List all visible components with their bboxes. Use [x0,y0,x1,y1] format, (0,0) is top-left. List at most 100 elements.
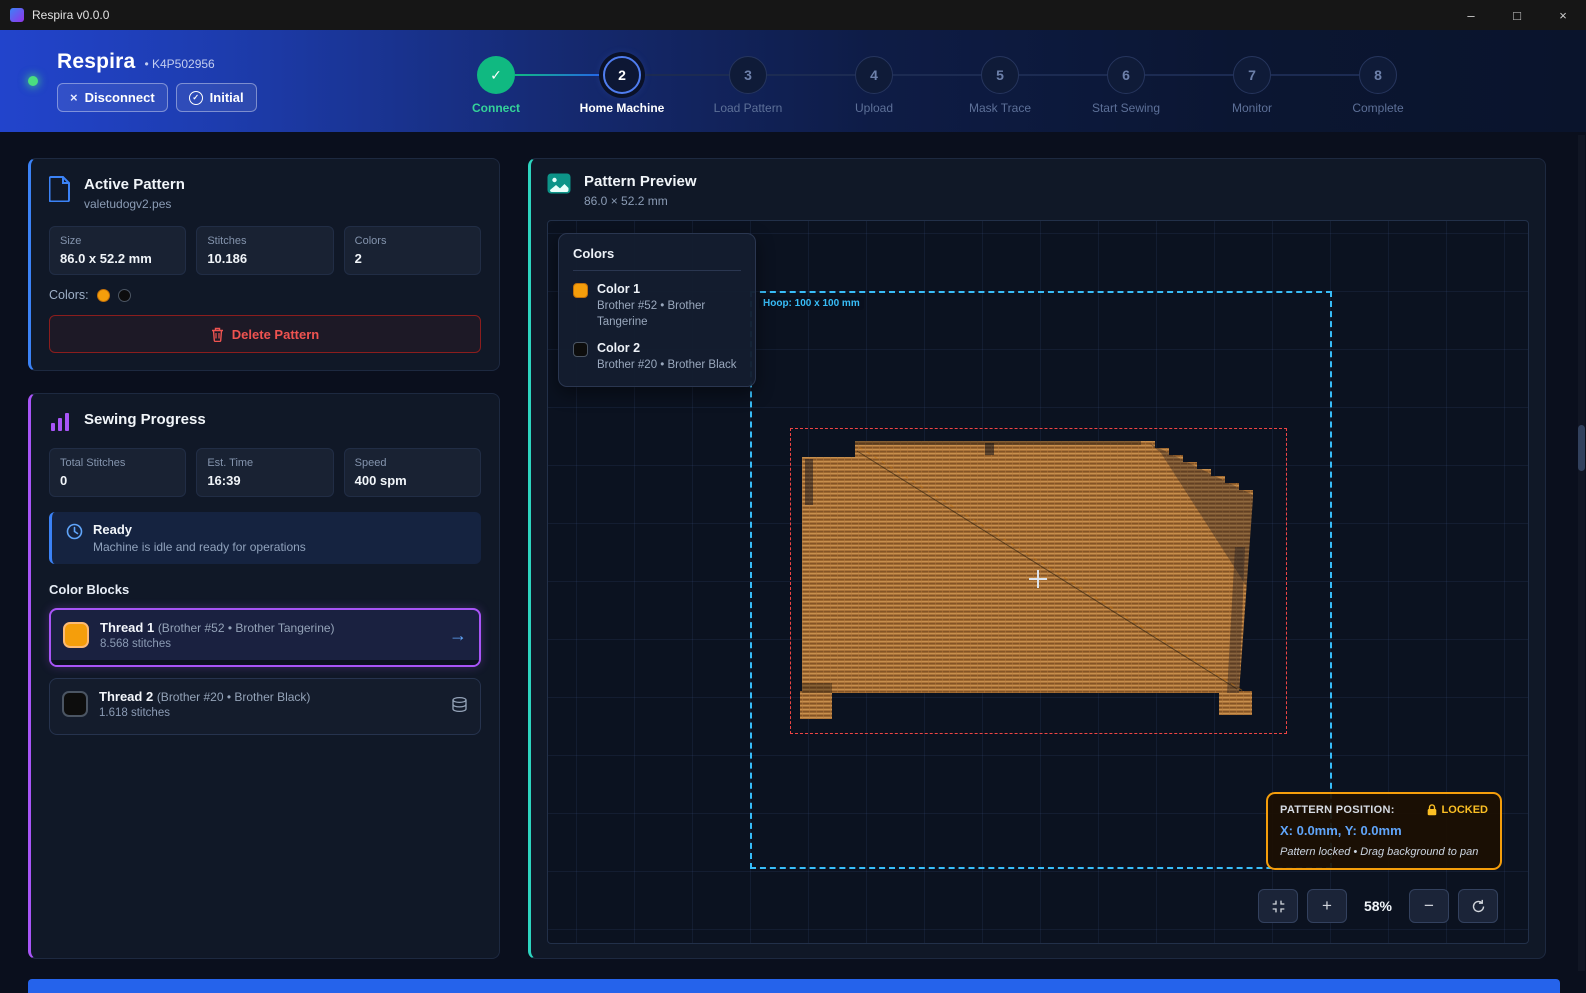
thread-2-swatch [62,691,88,717]
active-pattern-card: Active Pattern valetudogv2.pes Size 86.0… [28,158,500,371]
disconnect-button[interactable]: × Disconnect [57,83,168,112]
step-circle-active: 2 [603,56,641,94]
step-circle: 4 [855,56,893,94]
left-column: Active Pattern valetudogv2.pes Size 86.0… [28,158,500,959]
colors-panel-title: Colors [573,246,741,271]
zoom-controls: + 58% − [1258,889,1498,923]
step-label: Mask Trace [969,101,1031,115]
disconnect-label: Disconnect [85,90,155,105]
file-icon [49,176,71,202]
app-header: Respira • K4P502956 × Disconnect ✓ Initi… [0,30,1586,132]
layers-stack-icon [451,696,468,713]
step-label: Upload [855,101,893,115]
main-content: Active Pattern valetudogv2.pes Size 86.0… [0,132,1586,979]
hoop-label: Hoop: 100 x 100 mm [759,297,864,310]
stat-total-stitches: Total Stitches 0 [49,448,186,497]
step-circle: 8 [1359,56,1397,94]
step-label: Load Pattern [714,101,783,115]
pattern-preview-card: Pattern Preview 86.0 × 52.2 mm Colors Co… [528,158,1546,959]
connection-status-dot [28,76,38,86]
clock-icon [66,523,83,540]
step-load-pattern[interactable]: 3 Load Pattern [685,56,811,115]
step-circle: 6 [1107,56,1145,94]
step-home-machine[interactable]: 2 Home Machine [559,56,685,115]
delete-pattern-button[interactable]: Delete Pattern [49,315,481,353]
color-blocks-label: Color Blocks [49,582,481,597]
step-start-sewing[interactable]: 6 Start Sewing [1063,56,1189,115]
color-1-swatch [573,283,588,298]
pattern-preview-title: Pattern Preview [584,173,697,190]
thread-block-2[interactable]: Thread 2 (Brother #20 • Brother Black) 1… [49,678,481,735]
step-circle: 7 [1233,56,1271,94]
status-title: Ready [93,522,306,537]
reset-view-button[interactable] [1458,889,1498,923]
thread-1-progress [51,660,479,665]
fit-view-icon [1271,899,1286,914]
stat-est-time: Est. Time 16:39 [196,448,333,497]
close-icon: × [70,90,78,105]
thread-2-name: Thread 2 (Brother #20 • Brother Black) [99,689,440,704]
step-label: Complete [1352,101,1403,115]
step-circle-done: ✓ [477,56,515,94]
step-label: Home Machine [580,101,665,115]
step-circle: 3 [729,56,767,94]
brand-area: Respira • K4P502956 × Disconnect ✓ Initi… [0,50,257,112]
color-dot-1 [97,289,110,302]
stat-stitches: Stitches 10.186 [196,226,333,275]
colors-row-label: Colors: [49,288,89,302]
thread-block-1[interactable]: Thread 1 (Brother #52 • Brother Tangerin… [49,608,481,667]
bar-chart-icon [49,411,71,433]
initial-button[interactable]: ✓ Initial [176,83,257,112]
step-mask-trace[interactable]: 5 Mask Trace [937,56,1063,115]
status-message: Machine is idle and ready for operations [93,540,306,554]
step-label: Monitor [1232,101,1272,115]
crosshair-icon [1029,570,1047,588]
zoom-out-button[interactable]: − [1409,889,1449,923]
thread-1-swatch [63,622,89,648]
locked-badge: LOCKED [1427,804,1488,816]
titlebar: Respira v0.0.0 – □ × [0,0,1586,30]
colors-panel-item-2: Color 2 Brother #20 • Brother Black [573,341,741,374]
sewing-progress-card: Sewing Progress Total Stitches 0 Est. Ti… [28,393,500,959]
app-window: Respira v0.0.0 – □ × Respira • K4P502956… [0,0,1586,993]
check-icon: ✓ [490,67,502,84]
close-button[interactable]: × [1540,0,1586,30]
arrow-right-icon: → [449,625,467,646]
window-title: Respira v0.0.0 [32,8,109,22]
delete-pattern-label: Delete Pattern [232,327,319,342]
minimize-button[interactable]: – [1448,0,1494,30]
lock-icon [1427,804,1437,816]
pattern-position-overlay: PATTERN POSITION: LOCKED X: 0.0mm, Y: 0.… [1266,792,1502,870]
app-name: Respira [57,50,135,74]
position-coordinates: X: 0.0mm, Y: 0.0mm [1280,823,1488,838]
thread-1-stitches: 8.568 stitches [100,638,438,650]
step-upload[interactable]: 4 Upload [811,56,937,115]
bottom-accent-bar [28,979,1560,993]
stat-colors: Colors 2 [344,226,481,275]
colors-panel: Colors Color 1 Brother #52 • Brother Tan… [558,233,756,387]
maximize-button[interactable]: □ [1494,0,1540,30]
scrollbar-thumb[interactable] [1578,425,1585,471]
trash-icon [211,327,224,342]
thread-2-stitches: 1.618 stitches [99,707,440,719]
fit-view-button[interactable] [1258,889,1298,923]
sewing-progress-title: Sewing Progress [84,411,206,428]
step-monitor[interactable]: 7 Monitor [1189,56,1315,115]
workflow-stepper: ✓ Connect 2 Home Machine 3 Load Pattern … [433,56,1441,115]
zoom-level: 58% [1356,898,1400,914]
step-label: Start Sewing [1092,101,1160,115]
stat-size: Size 86.0 x 52.2 mm [49,226,186,275]
color-dot-2 [118,289,131,302]
initial-label: Initial [210,90,244,105]
preview-canvas[interactable]: Colors Color 1 Brother #52 • Brother Tan… [547,220,1529,944]
thread-1-name: Thread 1 (Brother #52 • Brother Tangerin… [100,620,438,635]
step-connect[interactable]: ✓ Connect [433,56,559,115]
scrollbar-track[interactable] [1578,135,1585,971]
zoom-in-button[interactable]: + [1307,889,1347,923]
machine-serial: • K4P502956 [144,57,214,71]
right-column: Pattern Preview 86.0 × 52.2 mm Colors Co… [528,158,1546,959]
active-pattern-title: Active Pattern [84,176,185,193]
step-circle: 5 [981,56,1019,94]
position-hint: Pattern locked • Drag background to pan [1280,846,1488,858]
step-complete[interactable]: 8 Complete [1315,56,1441,115]
